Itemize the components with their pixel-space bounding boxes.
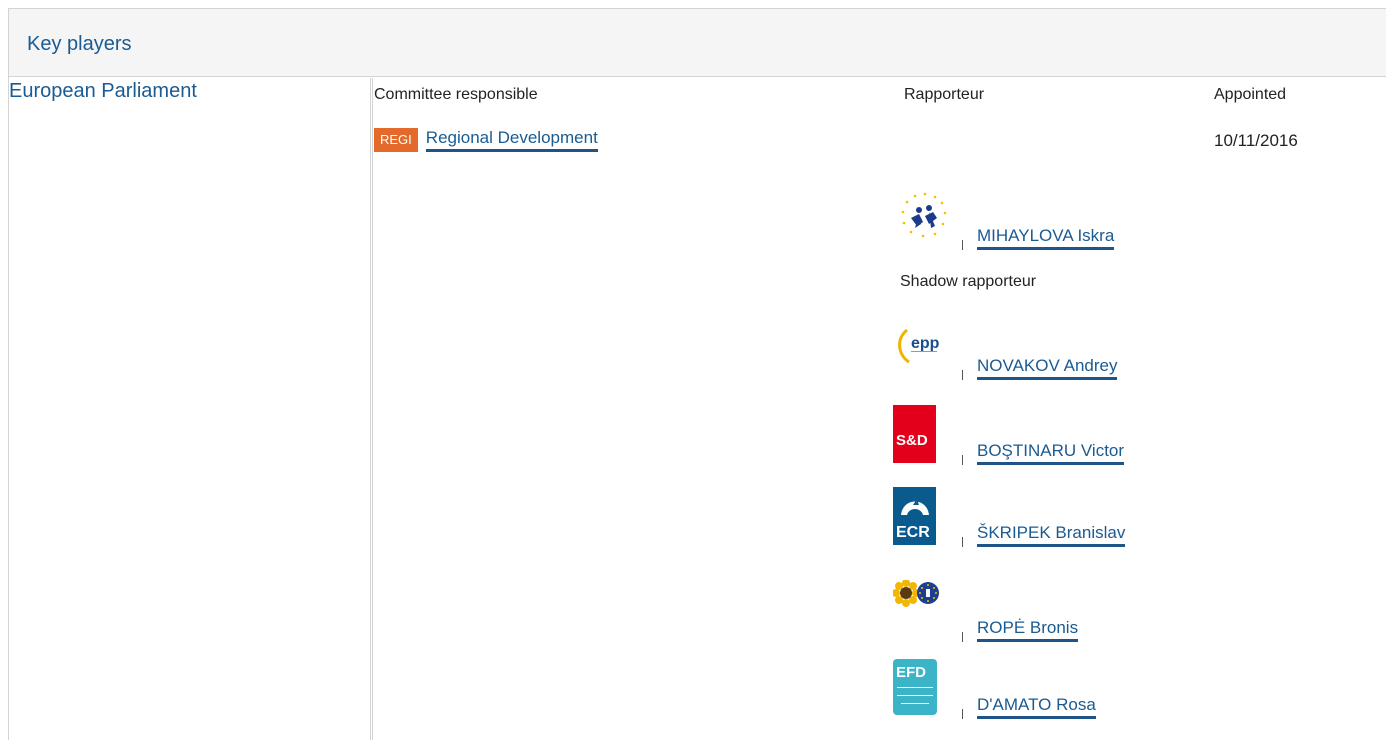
shadow-member-link[interactable]: D'AMATO Rosa xyxy=(977,695,1096,719)
shadow-member-5: EFD D'AMATO Rosa xyxy=(893,657,1213,727)
efdd-logo-icon: EFD xyxy=(893,657,963,717)
svg-text:ECR: ECR xyxy=(896,524,930,541)
institution-name: European Parliament xyxy=(9,80,197,102)
greens-efa-logo-icon xyxy=(893,580,963,640)
ecr-logo-icon: ECR xyxy=(893,485,963,545)
shadow-member-4: ROPĖ Bronis xyxy=(893,580,1213,650)
header-committee: Committee responsible xyxy=(374,86,538,103)
shadow-member-link[interactable]: BOŞTINARU Victor xyxy=(977,441,1125,465)
shadow-member-1: epp NOVAKOV Andrey xyxy=(893,318,1213,388)
shadow-member-2: S&D BOŞTINARU Victor xyxy=(893,403,1213,473)
committee-link[interactable]: Regional Development xyxy=(425,128,598,152)
shadow-member-3: ECR ŠKRIPEK Branislav xyxy=(893,485,1213,555)
epp-logo-icon: epp xyxy=(893,318,963,378)
committee-code-badge: REGI xyxy=(374,128,418,152)
committee-row: REGI Regional Development xyxy=(374,128,598,152)
svg-text:epp: epp xyxy=(911,335,940,352)
appointed-date: 10/11/2016 xyxy=(1214,131,1298,150)
rapporteur-name-link[interactable]: MIHAYLOVA Iskra xyxy=(977,226,1115,250)
section-header: Key players xyxy=(9,9,1386,77)
shadow-member-link[interactable]: ŠKRIPEK Branislav xyxy=(977,523,1126,547)
shadow-member-link[interactable]: NOVAKOV Andrey xyxy=(977,356,1118,380)
header-appointed: Appointed xyxy=(1214,86,1287,103)
svg-text:S&D: S&D xyxy=(896,432,928,449)
shadow-member-link[interactable]: ROPĖ Bronis xyxy=(977,618,1079,642)
svg-text:EFD: EFD xyxy=(896,664,926,681)
section-title: Key players xyxy=(27,33,132,55)
column-divider xyxy=(370,78,373,740)
header-rapporteur: Rapporteur xyxy=(904,86,985,103)
alde-logo-icon xyxy=(893,188,963,248)
rapporteur-entry: MIHAYLOVA Iskra xyxy=(893,188,1213,258)
shadow-rapporteur-label: Shadow rapporteur xyxy=(900,273,1037,290)
sd-logo-icon: S&D xyxy=(893,403,963,463)
